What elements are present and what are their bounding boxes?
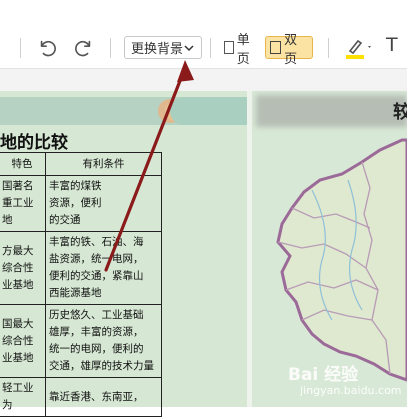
table-row: 轻工业为 靠近香港、东南亚，: [0, 377, 162, 417]
table-header-row: 特色 有利条件: [0, 152, 162, 176]
table-row: 国最大 综合性 业基地 历史悠久、工业基础 雄厚，丰富的资源， 统一的电网，便利的 交通，…: [0, 304, 162, 378]
table-header-cell: 有利条件: [45, 152, 162, 176]
undo-icon: [40, 40, 56, 57]
toolbar-separator: [328, 38, 329, 58]
double-page-icon: [270, 41, 282, 54]
text-tool-button[interactable]: T: [386, 34, 407, 62]
redo-icon: [75, 40, 91, 57]
toolbar: 更换背景 单页 双页 T: [0, 0, 407, 69]
right-page-title: 较: [393, 102, 407, 123]
single-page-button[interactable]: 单页: [219, 33, 264, 67]
feature-cell: 国著名 重工业地: [0, 175, 46, 232]
feature-cell: 方最大 综合性 业基地: [0, 231, 46, 305]
toolbar-separator: [110, 38, 111, 58]
banner-decoration: [170, 97, 247, 125]
table-header-cell: 特色: [0, 152, 46, 176]
double-page-button[interactable]: 双页: [265, 33, 313, 67]
watermark-url: jingyan.baidu.com: [300, 384, 402, 397]
change-background-dropdown[interactable]: 更换背景: [124, 36, 202, 59]
single-page-icon: [224, 41, 234, 54]
conditions-cell: 丰富的铁、石油、海 盐资源，统一电网， 便利的交通，紧靠山 西能源基地: [45, 231, 162, 305]
blurred-title: [256, 95, 407, 127]
highlighter-button[interactable]: [344, 37, 374, 61]
feature-cell: 轻工业为: [0, 377, 46, 417]
redo-button[interactable]: [69, 34, 97, 62]
viewport-gap: [0, 69, 407, 91]
conditions-cell: 历史悠久、工业基础 雄厚，丰富的资源， 统一的电网，便利的 交通，雄厚的技术力量: [45, 304, 162, 378]
change-background-label: 更换背景: [131, 42, 184, 57]
table-row: 国著名 重工业地 丰富的煤铁 资源，便利 的交通: [0, 175, 162, 232]
toolbar-separator: [210, 38, 211, 58]
page-heading: 地的比较: [0, 133, 68, 153]
watermark-logo: Bai 经验: [288, 365, 359, 385]
feature-cell: 国最大 综合性 业基地: [0, 304, 46, 378]
double-page-label: 双页: [284, 32, 298, 67]
single-page-label: 单页: [236, 32, 250, 67]
undo-button[interactable]: [34, 34, 62, 62]
highlighter-icon: [346, 39, 371, 59]
comparison-table: 特色 有利条件 国著名 重工业地 丰富的煤铁 资源，便利 的交通 方最大 综合性 业基地 …: [0, 152, 162, 417]
table-row: 方最大 综合性 业基地 丰富的铁、石油、海 盐资源，统一电网， 便利的交通，紧靠山 西能源…: [0, 231, 162, 305]
toolbar-separator: [20, 38, 21, 58]
conditions-cell: 靠近香港、东南亚，: [45, 377, 162, 417]
chevron-down-icon: [184, 44, 194, 51]
conditions-cell: 丰富的煤铁 资源，便利 的交通: [45, 175, 162, 232]
